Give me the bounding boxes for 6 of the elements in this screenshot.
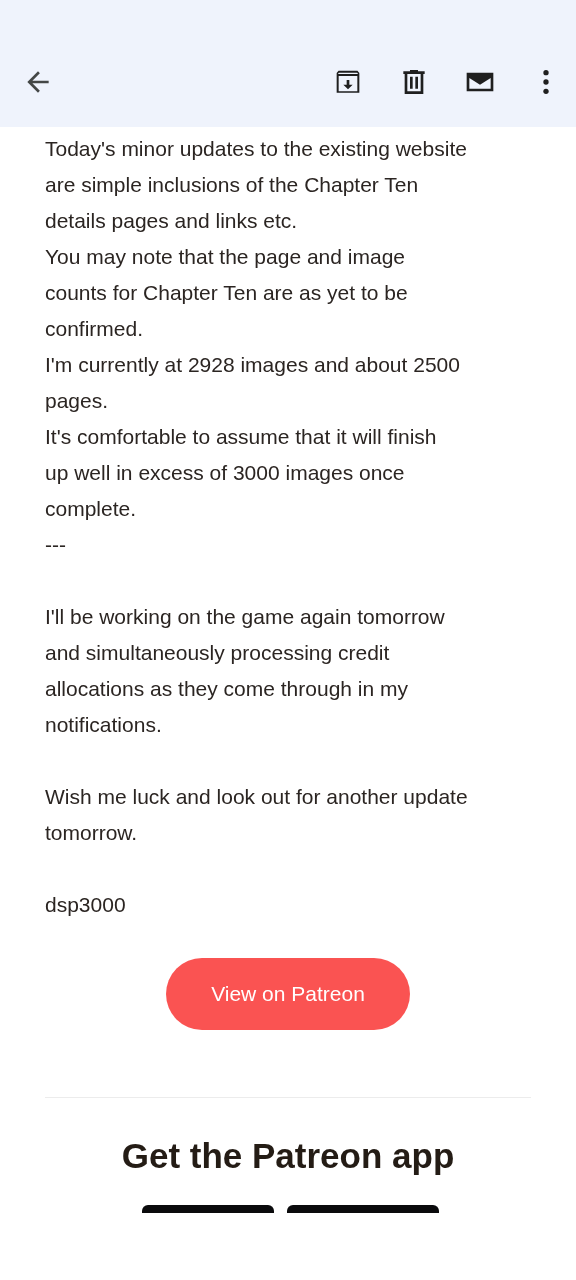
app-promo-heading: Get the Patreon app	[120, 1135, 456, 1177]
body-text: dsp3000	[45, 892, 127, 918]
body-text: I'll be working on the game again tomorrow and simultaneously processing credit allocations as they come through in my notifications.	[45, 604, 446, 738]
body-text: Today's minor updates to the existing website are simple inclusions of the Chapter Ten details pages and links etc. You may note that the page and image counts for Chapter Ten are as yet to be confirmed. I'm currently at 2928 images and about 2500 pages. It's comfortable to assume that it will finish up well in excess of 3000 images once complete. ---	[45, 136, 468, 558]
view-on-patreon-button[interactable]: View on Patreon	[166, 958, 410, 1030]
body-text: Wish me luck and look out for another update tomorrow.	[45, 784, 469, 846]
